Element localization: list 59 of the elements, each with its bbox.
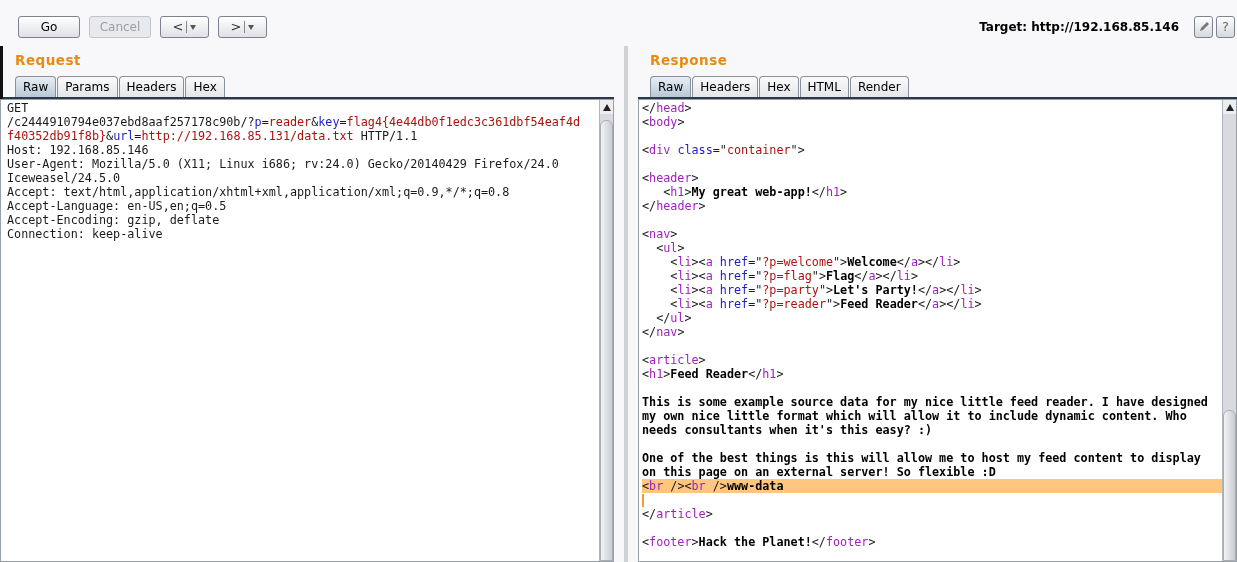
code-line: Iceweasel/24.5.0 — [7, 171, 122, 185]
scrollbar[interactable] — [599, 100, 613, 561]
pane-title: Request — [15, 51, 81, 70]
code-line: </ul> — [655, 311, 693, 325]
code-line: f40352db91f8b}&url=http://192.168.85.131/data.txt HTTP/1.1 — [7, 129, 419, 143]
pencil-icon — [1197, 21, 1210, 33]
edit-target-button[interactable] — [1194, 16, 1213, 38]
code-line: GET — [7, 101, 30, 115]
code-line: /c2444910794e037ebd8aaf257178c90b/?p=reader&key=flag4{4e44db0f1edc3c361dbf54eaf4d — [7, 115, 582, 129]
code-line: <article> — [642, 353, 707, 367]
code-line: User-Agent: Mozilla/5.0 (X11; Linux i686; rv:24.0) Gecko/20140429 Firefox/24.0 — [7, 157, 560, 171]
code-line: <nav> — [642, 227, 679, 241]
code-line: Connection: keep-alive — [7, 227, 164, 241]
tab[interactable]: Hex — [185, 76, 225, 97]
code-line: Accept-Language: en-US,en;q=0.5 — [7, 199, 228, 213]
code-line: my own nice little format which will allow it to include dynamic content. Who — [642, 409, 1188, 423]
help-button[interactable]: ? — [1216, 16, 1235, 38]
code-line: <h1>Feed Reader</h1> — [642, 367, 785, 381]
code-line: <ul> — [655, 241, 686, 255]
code-line: <li><a href="?p=reader">Feed Reader</a></li> — [669, 297, 983, 311]
code-line: </head> — [642, 101, 693, 115]
code-line: One of the best things is this will allow me to host my feed content to display — [642, 451, 1202, 465]
dropdown-arrow-icon — [248, 24, 255, 30]
tab[interactable]: Raw — [15, 76, 57, 97]
code-line: This is some example source data for my nice little feed reader. I have designed — [642, 395, 1209, 409]
code-line: on this page on an external server! So flexible :D — [642, 465, 997, 479]
pane-title: Response — [650, 51, 728, 70]
tab[interactable]: Params — [57, 76, 118, 97]
text-cursor — [642, 493, 644, 507]
scroll-up-icon[interactable] — [1225, 103, 1234, 111]
code-line: <li><a href="?p=flag">Flag</a></li> — [669, 269, 919, 283]
tab[interactable]: HTML — [799, 76, 849, 97]
code-line: <header> — [642, 171, 700, 185]
history-button[interactable]: < — [160, 16, 209, 38]
code-line: needs consultants when it's this easy? :) — [642, 423, 934, 437]
code-line: <body> — [642, 115, 686, 129]
tab[interactable]: Hex — [759, 76, 799, 97]
code-line: <h1>My great web-app!</h1> — [662, 185, 849, 199]
code-line: Accept-Encoding: gzip, deflate — [7, 213, 221, 227]
code-line: Accept: text/html,application/xhtml+xml,application/xml;q=0.9,*/*;q=0.8 — [7, 185, 511, 199]
code-line: Host: 192.168.85.146 — [7, 143, 150, 157]
dropdown-arrow-icon — [190, 24, 197, 30]
code-line: <li><a href="?p=welcome">Welcome</a></li> — [669, 255, 962, 269]
target-label: Target: http://192.168.85.146 — [979, 19, 1179, 36]
editor[interactable] — [638, 99, 1237, 562]
code-line: </article> — [642, 507, 714, 521]
scroll-up-icon[interactable] — [602, 103, 611, 111]
toolbar-button[interactable]: Go — [18, 16, 80, 38]
tab[interactable]: Raw — [650, 76, 692, 97]
code-line: </header> — [642, 199, 707, 213]
history-button[interactable]: > — [218, 16, 267, 38]
tab[interactable]: Headers — [118, 76, 185, 97]
code-line: <div class="container"> — [642, 143, 806, 157]
tab[interactable]: Render — [849, 76, 909, 97]
scrollbar[interactable] — [1222, 100, 1236, 561]
code-line: </nav> — [642, 325, 686, 339]
tab[interactable]: Headers — [692, 76, 759, 97]
code-line: <li><a href="?p=party">Let's Party!</a></li> — [669, 283, 983, 297]
code-line: <footer>Hack the Planet!</footer> — [642, 535, 877, 549]
